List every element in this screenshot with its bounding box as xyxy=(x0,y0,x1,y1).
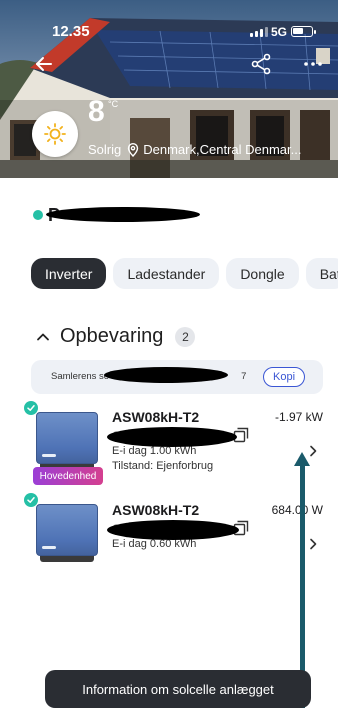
storage-section-title: Opbevaring xyxy=(60,325,164,347)
temperature-unit: °C xyxy=(108,99,119,109)
copy-button[interactable]: Kopi xyxy=(263,367,306,387)
device-model: ASW08kH-T2 xyxy=(112,502,200,518)
online-status-dot xyxy=(33,210,43,220)
tab-inverter[interactable]: Inverter xyxy=(31,258,107,289)
device-power: 684.00 W xyxy=(271,503,323,517)
location-pin-icon xyxy=(128,142,139,157)
more-options-icon[interactable] xyxy=(301,52,325,76)
tab-dongle[interactable]: Dongle xyxy=(226,258,299,289)
device-type-tabs: Inverter Ladestander Dongle Batt xyxy=(31,258,338,289)
chevron-up-icon xyxy=(37,333,49,340)
share-icon[interactable] xyxy=(249,52,273,76)
redaction-mark xyxy=(104,367,228,383)
device-power: -1.97 kW xyxy=(274,410,323,424)
tab-battery[interactable]: Batt xyxy=(305,258,338,289)
weather-details: Solrig Denmark,Central Denmar... xyxy=(88,142,301,157)
status-time: 12.35 xyxy=(52,23,90,40)
temperature-value: 8 xyxy=(88,95,105,128)
inverter-image xyxy=(36,412,98,474)
back-arrow-icon[interactable] xyxy=(32,52,56,76)
storage-section-header[interactable]: Opbevaring 2 xyxy=(36,325,196,348)
device-model: ASW08kH-T2 xyxy=(112,409,200,425)
redaction-mark xyxy=(107,427,237,447)
tab-charger[interactable]: Ladestander xyxy=(113,258,220,289)
main-unit-badge: Hovedenhed xyxy=(33,467,103,485)
plant-hero-banner: 12.35 5G 8 °C Solrig Denmark,Central Den… xyxy=(0,0,338,178)
status-bar: 12.35 5G xyxy=(0,0,338,40)
inverter-image xyxy=(36,504,98,566)
battery-icon xyxy=(291,26,316,37)
sun-weather-icon xyxy=(32,111,78,157)
chevron-right-icon[interactable] xyxy=(308,538,318,550)
weather-condition: Solrig xyxy=(88,142,122,157)
location-text: Denmark,Central Denmar... xyxy=(143,142,302,157)
device-status: Tilstand: Ejenforbrug xyxy=(112,460,214,472)
device-count-badge: 2 xyxy=(175,326,196,347)
signal-icon xyxy=(250,27,268,37)
annotation-arrow-head xyxy=(294,452,310,466)
location[interactable]: Denmark,Central Denmar... xyxy=(127,142,301,157)
plant-info-button[interactable]: Information om solcelle anlægget xyxy=(45,670,311,708)
network-type: 5G xyxy=(271,25,288,39)
redaction-mark xyxy=(107,520,239,540)
redaction-mark xyxy=(46,207,200,222)
